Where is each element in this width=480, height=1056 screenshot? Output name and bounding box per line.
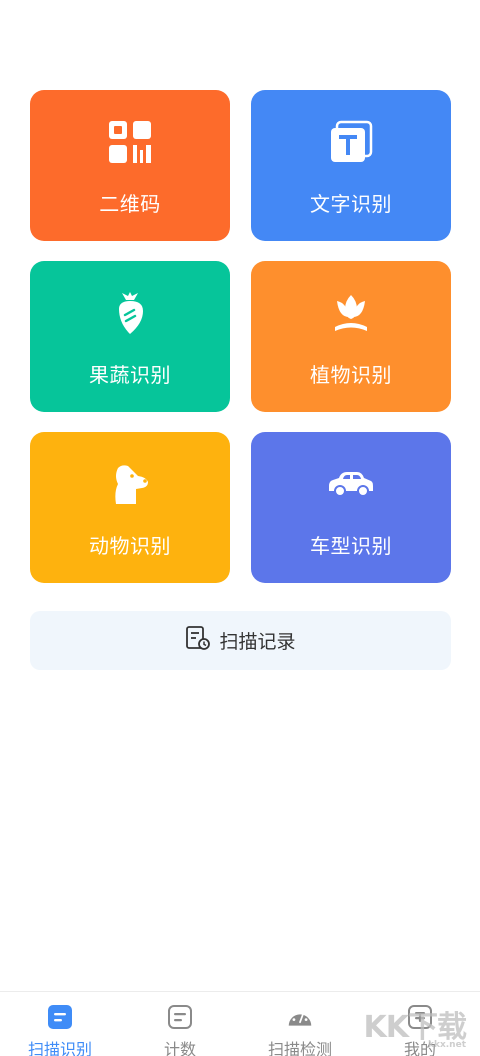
scan-record-button[interactable]: 扫描记录 — [30, 611, 451, 670]
qr-code-icon — [106, 118, 154, 166]
tab-scan-detection[interactable]: 扫描检测 — [240, 992, 360, 1056]
carrot-icon — [106, 289, 154, 337]
tab-label: 扫描检测 — [267, 1040, 332, 1056]
tile-fruit-vegetable[interactable]: 果蔬识别 — [30, 261, 230, 412]
tile-animal[interactable]: 动物识别 — [30, 432, 230, 583]
text-recognition-icon — [327, 118, 375, 166]
note-icon — [167, 1004, 193, 1030]
scan-record-label: 扫描记录 — [219, 631, 296, 653]
bottom-tab-bar: 扫描识别 计数 扫描检测 我的 — [0, 991, 480, 1056]
tile-label: 车型识别 — [310, 534, 392, 558]
tile-car-model[interactable]: 车型识别 — [251, 432, 451, 583]
tile-label: 动物识别 — [89, 534, 171, 558]
document-clock-icon — [185, 625, 211, 656]
tab-scan-recognition[interactable]: 扫描识别 — [0, 992, 120, 1056]
tab-mine[interactable]: 我的 — [360, 992, 480, 1056]
feature-grid: 二维码 文字识别 果蔬识别 植物识别 动物识别 车型识别 — [30, 90, 451, 583]
tab-label: 我的 — [403, 1040, 436, 1056]
gauge-icon — [287, 1004, 313, 1030]
tile-label: 果蔬识别 — [89, 363, 171, 387]
flower-icon — [327, 289, 375, 337]
scan-home-screen: 二维码 文字识别 果蔬识别 植物识别 动物识别 车型识别 扫描记录 扫描识别 计… — [0, 0, 480, 1056]
tile-label: 二维码 — [99, 192, 161, 216]
tile-plant[interactable]: 植物识别 — [251, 261, 451, 412]
tab-label: 扫描识别 — [27, 1040, 92, 1056]
tile-label: 植物识别 — [310, 363, 392, 387]
tab-count[interactable]: 计数 — [120, 992, 240, 1056]
profile-icon — [407, 1004, 433, 1030]
tile-qr-code[interactable]: 二维码 — [30, 90, 230, 241]
tab-label: 计数 — [163, 1040, 196, 1056]
tile-label: 文字识别 — [310, 192, 392, 216]
dog-icon — [106, 460, 154, 508]
car-icon — [327, 460, 375, 508]
tile-text-recognition[interactable]: 文字识别 — [251, 90, 451, 241]
scan-icon — [47, 1004, 73, 1030]
